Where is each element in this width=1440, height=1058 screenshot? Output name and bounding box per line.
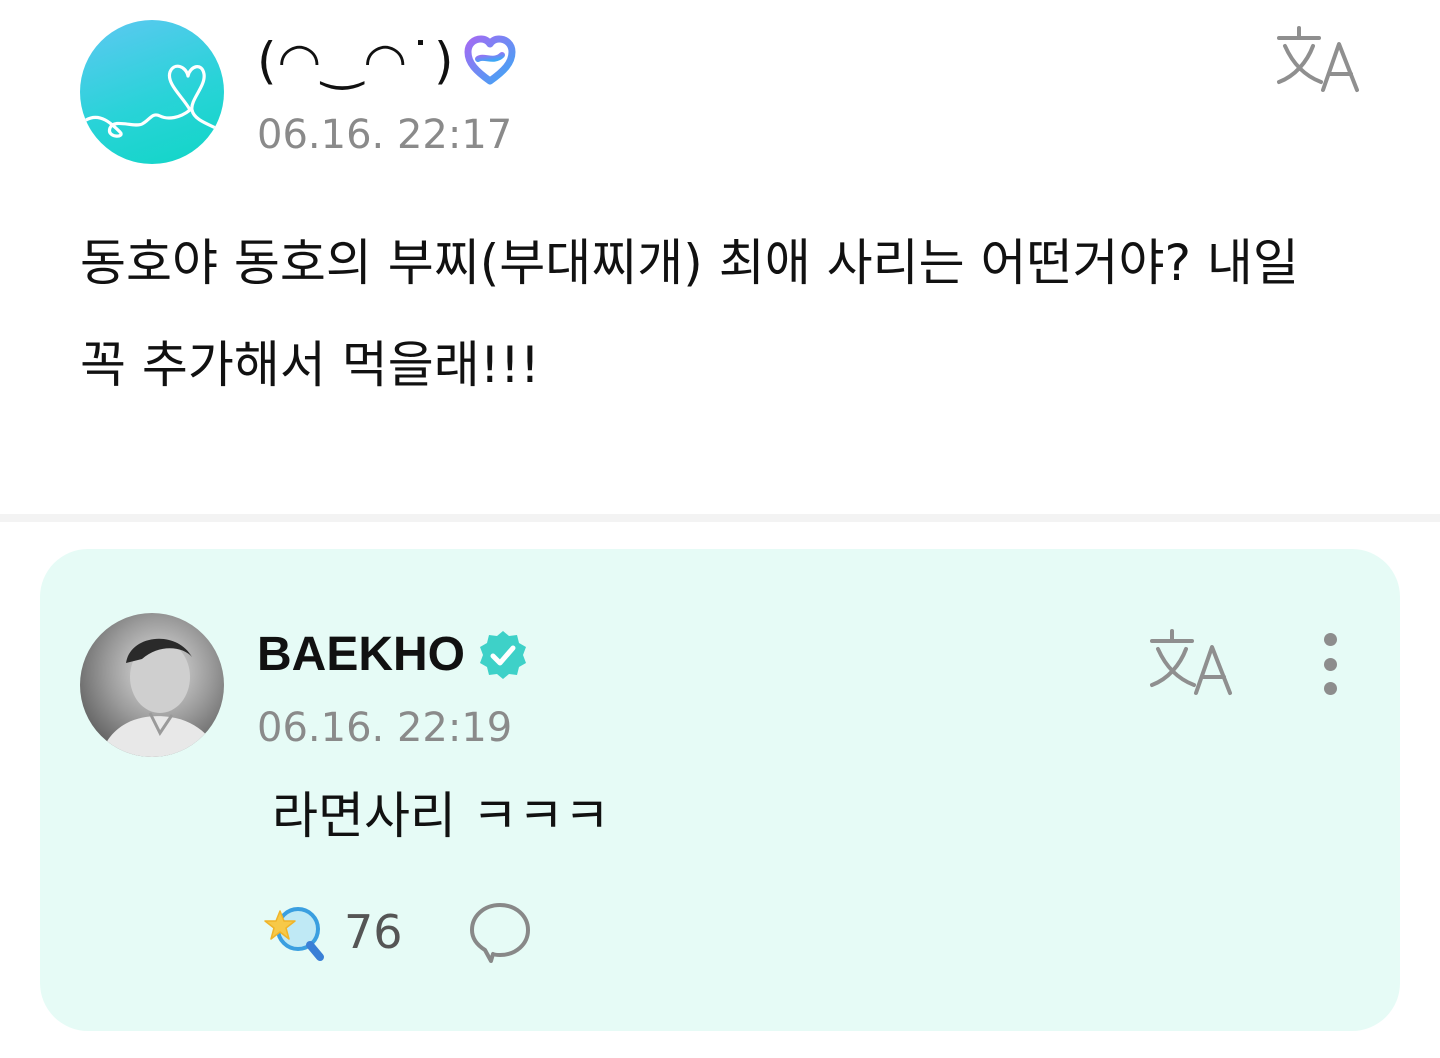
heart-string-logo-icon [84,64,222,138]
artist-name[interactable]: BAEKHO [257,623,465,687]
artist-reply-card: BAEKHO 06.16. 22:19 라면사리 ㅋㅋㅋ 76 [40,549,1400,1031]
verified-icon [480,631,527,679]
post-timestamp: 06.16. 22:17 [257,112,513,158]
reply-text: 라면사리 ㅋㅋㅋ [272,787,610,845]
translate-icon[interactable] [1148,627,1234,699]
artist-avatar[interactable] [80,613,224,757]
like-count: 76 [344,905,403,959]
more-dot [1323,682,1337,695]
artist-name-row: BAEKHO [257,623,529,687]
comment-bubble-icon[interactable] [467,899,533,965]
artist-photo-icon [100,638,220,757]
fan-name[interactable]: (◠‿◠˙) [257,26,454,96]
more-dot [1323,657,1337,671]
membership-heart-icon [464,35,516,85]
translate-icon[interactable] [1275,24,1361,96]
fan-post: (◠‿◠˙) 06.16. 22:17 동호야 동호의 부찌(부대찌개) 최애 … [0,0,1440,514]
star-wand-like-icon[interactable] [258,897,328,967]
reply-timestamp: 06.16. 22:19 [257,705,513,751]
reply-actions: 76 [258,897,533,967]
more-vertical-icon[interactable] [1310,629,1350,699]
more-dot [1323,633,1337,646]
fan-name-row: (◠‿◠˙) [257,26,518,96]
section-divider [0,514,1440,522]
post-text: 동호야 동호의 부찌(부대찌개) 최애 사리는 어떤거야? 내일 꼭 추가해서 … [80,234,1299,394]
fan-avatar[interactable] [80,20,224,164]
